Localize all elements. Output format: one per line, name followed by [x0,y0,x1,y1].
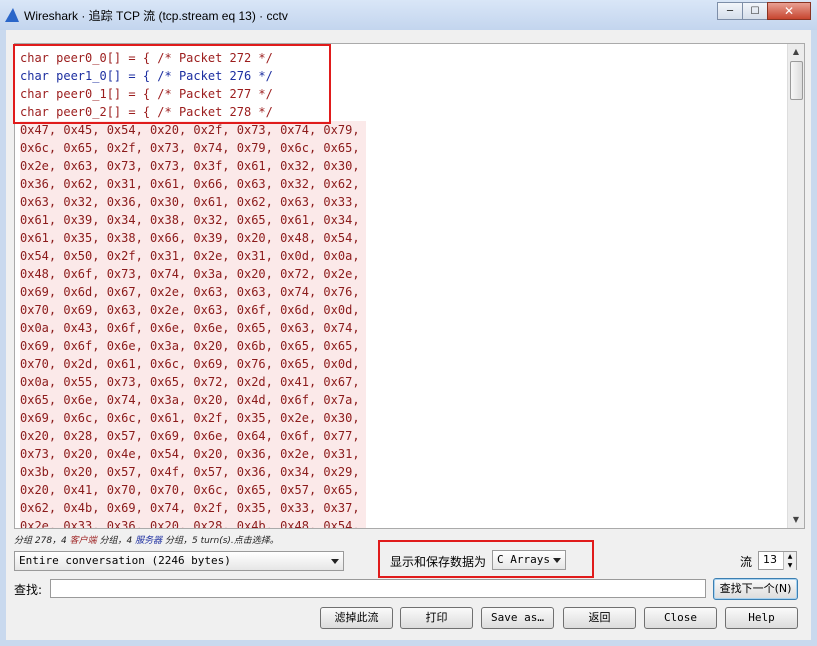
hex-bytes-line: 0x2e, 0x33, 0x36, 0x20, 0x28, 0x4b, 0x48… [20,517,366,528]
hex-bytes-line: 0x70, 0x2d, 0x61, 0x6c, 0x69, 0x76, 0x65… [20,355,366,373]
back-button[interactable]: 返回 [563,607,636,629]
help-button[interactable]: Help [725,607,798,629]
title-bar: Wireshark · 追踪 TCP 流 (tcp.stream eq 13) … [0,0,817,30]
status-suffix: 分组，5 turn(s).点击选择。 [162,536,279,546]
hex-bytes-line: 0x69, 0x6f, 0x6e, 0x3a, 0x20, 0x6b, 0x65… [20,337,366,355]
print-button[interactable]: 打印 [400,607,473,629]
hex-bytes-line: 0x48, 0x6f, 0x73, 0x74, 0x3a, 0x20, 0x72… [20,265,366,283]
scrollbar-thumb[interactable] [790,61,803,100]
close-button[interactable]: Close [644,607,717,629]
stream-label: 流 [740,555,753,569]
conversation-select[interactable]: Entire conversation (2246 bytes) [14,551,344,571]
close-window-button[interactable]: ✕ [767,2,811,20]
show-as-select-value: C Arrays [497,553,550,566]
hex-bytes-line: 0x69, 0x6d, 0x67, 0x2e, 0x63, 0x63, 0x74… [20,283,366,301]
chevron-down-icon [553,558,561,563]
stream-status-text: 分组 278，4 客户端 分组，4 服务器 分组，5 turn(s).点击选择。 [14,533,279,546]
status-middle: 分组，4 [96,536,136,546]
vertical-scrollbar[interactable]: ▲ ▼ [787,44,804,528]
hex-bytes-line: 0x6c, 0x65, 0x2f, 0x73, 0x74, 0x79, 0x6c… [20,139,366,157]
highlight-box-headers [13,44,331,124]
hex-bytes-line: 0x0a, 0x43, 0x6f, 0x6e, 0x6e, 0x65, 0x63… [20,319,366,337]
status-prefix: 分组 278，4 [14,536,70,546]
hex-bytes-line: 0x36, 0x62, 0x31, 0x61, 0x66, 0x63, 0x32… [20,175,366,193]
hex-bytes-line: 0x70, 0x69, 0x63, 0x2e, 0x63, 0x6f, 0x6d… [20,301,366,319]
hex-bytes-line: 0x61, 0x39, 0x34, 0x38, 0x32, 0x65, 0x61… [20,211,366,229]
find-next-button[interactable]: 查找下一个(N) [713,578,798,600]
spin-down-icon[interactable]: ▼ [783,561,796,570]
scroll-down-icon[interactable]: ▼ [788,512,804,528]
close-icon: ✕ [783,4,795,18]
minimize-button[interactable]: ─ [717,2,743,20]
show-as-select[interactable]: C Arrays [492,550,566,570]
hex-bytes-line: 0x61, 0x35, 0x38, 0x66, 0x39, 0x20, 0x48… [20,229,366,247]
spin-up-icon[interactable]: ▲ [783,552,796,561]
hex-bytes-line: 0x54, 0x50, 0x2f, 0x31, 0x2e, 0x31, 0x0d… [20,247,366,265]
hex-bytes-line: 0x3b, 0x20, 0x57, 0x4f, 0x57, 0x36, 0x34… [20,463,366,481]
stream-number-value: 13 [763,553,777,566]
scroll-up-icon[interactable]: ▲ [788,44,804,60]
chevron-down-icon [331,559,339,564]
maximize-button[interactable]: ☐ [742,2,768,20]
find-label: 查找: [14,583,43,597]
wireshark-fin-icon [5,8,19,22]
hex-bytes-line: 0x73, 0x20, 0x4e, 0x54, 0x20, 0x36, 0x2e… [20,445,366,463]
server-label: 服务器 [135,536,163,546]
hex-bytes-line: 0x69, 0x6c, 0x6c, 0x61, 0x2f, 0x35, 0x2e… [20,409,366,427]
find-input[interactable] [50,579,706,598]
maximize-icon: ☐ [750,5,760,17]
hex-bytes-line: 0x63, 0x32, 0x36, 0x30, 0x61, 0x62, 0x63… [20,193,366,211]
client-label: 客户端 [69,536,97,546]
hex-bytes-line: 0x65, 0x6e, 0x74, 0x3a, 0x20, 0x4d, 0x6f… [20,391,366,409]
stream-number-spinbox[interactable]: 13 ▲ ▼ [758,551,797,570]
hex-bytes-line: 0x62, 0x4b, 0x69, 0x74, 0x2f, 0x35, 0x33… [20,499,366,517]
follow-stream-dialog: char peer0_0[] = { /* Packet 272 */ char… [6,30,811,640]
window-title: Wireshark · 追踪 TCP 流 (tcp.stream eq 13) … [24,9,288,23]
conversation-select-value: Entire conversation (2246 bytes) [19,554,231,567]
filter-out-button[interactable]: 滤掉此流 [320,607,393,629]
hex-bytes-line: 0x0a, 0x55, 0x73, 0x65, 0x72, 0x2d, 0x41… [20,373,366,391]
hex-bytes-line: 0x20, 0x41, 0x70, 0x70, 0x6c, 0x65, 0x57… [20,481,366,499]
minimize-icon: ─ [726,5,734,17]
hex-bytes-line: 0x2e, 0x63, 0x73, 0x73, 0x3f, 0x61, 0x32… [20,157,366,175]
save-as-button[interactable]: Save as… [481,607,554,629]
show-as-label: 显示和保存数据为 [390,555,487,569]
hex-bytes-block: 0x47, 0x45, 0x54, 0x20, 0x2f, 0x73, 0x74… [20,121,366,528]
hex-bytes-line: 0x20, 0x28, 0x57, 0x69, 0x6e, 0x64, 0x6f… [20,427,366,445]
window-controls: ─ ☐ ✕ [717,2,811,20]
